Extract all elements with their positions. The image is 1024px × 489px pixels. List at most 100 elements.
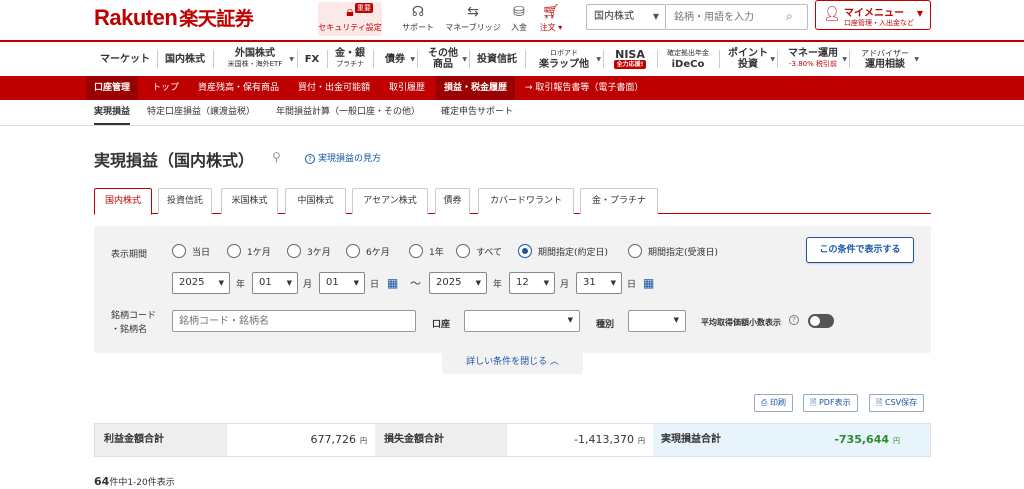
radio-all[interactable]: すべて (456, 244, 502, 258)
chevron-down-icon: ▼ (567, 316, 573, 324)
question-icon: ? (305, 154, 315, 164)
gnav-bonds[interactable]: 債券 ▼ (374, 42, 416, 76)
tab-gold-platinum[interactable]: 金・プラチナ (580, 188, 658, 214)
tab-tax-return-support[interactable]: 確定申告サポート (441, 100, 513, 125)
tab-annual-pl[interactable]: 年間損益計算（一般口座・その他） (276, 100, 420, 125)
help-link[interactable]: ? 実現損益の見方 (305, 151, 381, 164)
radio-today[interactable]: 当日 (172, 244, 210, 258)
csv-button[interactable]: 🗎︎ CSV保存 (869, 394, 925, 412)
tab-asean-stock[interactable]: アセアン株式 (352, 188, 428, 214)
gnav-ideco[interactable]: 確定拠出年金 iDeCo (658, 42, 718, 76)
year-unit: 年 (493, 280, 503, 290)
my-menu-title: マイメニュー (844, 8, 904, 19)
tab-us-stock[interactable]: 米国株式 (221, 188, 278, 214)
clip-icon[interactable]: ⚲ (272, 150, 281, 164)
radio-trade-date-range[interactable]: 期間指定(約定日) (518, 244, 608, 258)
gnav-investment-trust[interactable]: 投資信託 (470, 42, 524, 76)
top-header: Rakuten 楽天証券 🔒︎ 重要 セキュリティ設定 ☊ サポート ⇆ マネーブ… (0, 0, 1024, 40)
code-label-2: ・銘柄名 (111, 325, 148, 335)
gnav-robo-advisor[interactable]: ロボアド 楽ラップ他 ▼ (526, 42, 602, 76)
tab-specific-account-pl[interactable]: 特定口座損益（譲渡益税） (147, 100, 255, 125)
chevron-down-icon: ▼ (770, 56, 775, 63)
gnav-fx[interactable]: FX (298, 42, 326, 76)
subnav-trade-history[interactable]: 取引履歴 (389, 76, 425, 100)
order-button[interactable]: 🛒︎ 注文 ▾ (519, 2, 583, 36)
avg-price-label: 平均取得価額小数表示 (701, 318, 781, 327)
chevron-down-icon: ▼ (610, 279, 616, 287)
chevron-down-icon: ▼ (353, 279, 359, 287)
tab-investment-trust[interactable]: 投資信託 (158, 188, 212, 214)
rakuten-logo[interactable]: Rakuten 楽天証券 (94, 4, 254, 31)
radio-circle (346, 244, 360, 258)
user-icon: 👤︎ (823, 6, 841, 22)
market-select[interactable]: 国内株式 ▼ (586, 4, 666, 30)
chevron-down-icon: ▼ (914, 56, 919, 63)
account-select[interactable]: ▼ (464, 310, 580, 332)
chevron-down-icon: ▼ (475, 279, 481, 287)
gnav-other-products[interactable]: その他 商品 ▼ (418, 42, 468, 76)
radio-1year[interactable]: 1年 (409, 244, 444, 258)
order-label: 注文 ▾ (539, 23, 563, 32)
summary-table: 利益金額合計 677,726 円 損失金額合計 -1,413,370 円 実現損益合… (94, 423, 931, 457)
print-button[interactable]: ⎙ 印刷 (754, 394, 793, 412)
account-label: 口座 (432, 320, 451, 330)
day-unit: 日 (370, 280, 380, 290)
my-menu-button[interactable]: 👤︎ マイメニュー 口座管理・入出金など ▼ (815, 0, 931, 30)
security-settings-button[interactable]: 🔒︎ 重要 セキュリティ設定 (318, 2, 382, 36)
from-month-select[interactable]: 01 ▼ (252, 272, 298, 294)
subnav-asset-balance[interactable]: 資産残高・保有商品 (198, 76, 279, 100)
subnav-profit-tax-history[interactable]: 損益・税金履歴 (436, 76, 516, 100)
gnav-foreign-stock[interactable]: 外国株式 米国株・海外ETF ▼ (215, 42, 295, 76)
radio-settlement-date-range[interactable]: 期間指定(受渡日) (628, 244, 718, 258)
radio-3month[interactable]: 3ケ月 (287, 244, 331, 258)
subnav-buying-power[interactable]: 買付・出金可能額 (298, 76, 370, 100)
pdf-button[interactable]: 🗎︎ PDF表示 (803, 394, 858, 412)
from-year-select[interactable]: 2025 ▼ (172, 272, 230, 294)
chevron-down-icon: ▼ (596, 56, 601, 63)
document-icon: 🗎︎ (876, 398, 885, 407)
chevron-down-icon: ▼ (289, 56, 294, 63)
product-tabs: 国内株式 投資信託 米国株式 中国株式 アセアン株式 債券 カバードワラント 金… (94, 188, 931, 215)
profit-subnav: 実現損益 特定口座損益（譲渡益税） 年間損益計算（一般口座・その他） 確定申告サ… (0, 100, 1024, 126)
chevron-down-icon: ▼ (673, 316, 679, 324)
gnav-advisor[interactable]: アドバイザー 運用相談 ▼ (850, 42, 920, 76)
subnav-account-management[interactable]: 口座管理 (86, 76, 139, 100)
gnav-nisa[interactable]: NISA 全力応援! (604, 42, 656, 76)
calendar-icon[interactable]: ▦ (643, 276, 654, 290)
gnav-point-investment[interactable]: ポイント 投資 ▼ (720, 42, 776, 76)
tab-domestic-stock[interactable]: 国内株式 (94, 188, 152, 215)
radio-1month[interactable]: 1ケ月 (227, 244, 271, 258)
stock-code-input[interactable] (172, 310, 416, 332)
subnav-top[interactable]: トップ (152, 76, 179, 100)
calendar-icon[interactable]: ▦ (387, 276, 398, 290)
divider (213, 50, 214, 68)
important-badge: 重要 (355, 3, 373, 13)
tab-realized-pl[interactable]: 実現損益 (94, 100, 131, 125)
tab-covered-warrant[interactable]: カバードワラント (478, 188, 574, 214)
collapse-filter-button[interactable]: 詳しい条件を閉じる ︿ (442, 352, 583, 374)
profit-total-label: 利益金額合計 (95, 424, 227, 456)
radio-6month[interactable]: 6ケ月 (346, 244, 390, 258)
tab-bonds[interactable]: 債券 (435, 188, 470, 214)
question-icon[interactable]: ? (789, 315, 799, 325)
to-month-select[interactable]: 12 ▼ (509, 272, 555, 294)
page-title: 実現損益（国内株式） (94, 151, 255, 170)
search-icon[interactable]: ⌕ (786, 9, 793, 24)
gnav-domestic-stock[interactable]: 国内株式 (158, 42, 212, 76)
gnav-gold-silver[interactable]: 金・銀 プラチナ (328, 42, 372, 76)
chevron-down-icon: ▼ (652, 12, 659, 21)
chevron-down-icon: ▼ (462, 56, 467, 63)
printer-icon: ⎙ (761, 398, 770, 407)
gnav-market[interactable]: マーケット (94, 42, 156, 76)
type-select[interactable]: ▼ (628, 310, 686, 332)
avg-decimal-toggle[interactable] (808, 314, 834, 328)
from-day-select[interactable]: 01 ▼ (319, 272, 365, 294)
radio-circle (172, 244, 186, 258)
subnav-trade-reports[interactable]: → 取引報告書等（電子書面） (525, 76, 643, 100)
apply-filter-button[interactable]: この条件で表示する (806, 237, 914, 263)
document-icon: 🗎︎ (810, 398, 819, 407)
to-day-select[interactable]: 31 ▼ (576, 272, 622, 294)
tab-china-stock[interactable]: 中国株式 (285, 188, 346, 214)
to-year-select[interactable]: 2025 ▼ (429, 272, 487, 294)
gnav-money-management[interactable]: マネー運用 -3.80% 税引前 ▼ (778, 42, 848, 76)
